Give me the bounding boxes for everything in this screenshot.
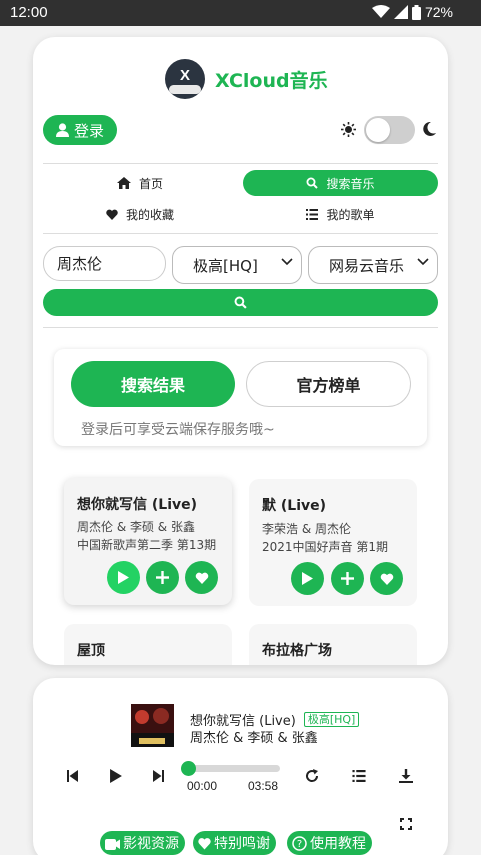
signal-icon (393, 5, 408, 19)
album-cover (131, 704, 174, 747)
status-bar: 12:00 72% (0, 0, 481, 26)
chevron-down-icon (417, 258, 429, 266)
main-card: X XCloud音乐 登录 首页 搜索音乐 我的收藏 我的歌单 周杰伦 极高[H… (33, 37, 448, 665)
divider (43, 233, 438, 234)
divider (43, 327, 438, 328)
list-icon (306, 208, 319, 220)
tutorial-button[interactable]: ? 使用教程 (287, 831, 372, 855)
playlist-icon[interactable] (352, 770, 366, 782)
login-button[interactable]: 登录 (43, 115, 117, 145)
status-time: 12:00 (10, 4, 48, 21)
song-title: 默 (Live) (262, 498, 327, 514)
theme-toggle[interactable] (364, 116, 415, 144)
play-button[interactable] (107, 561, 140, 594)
player-panel: 想你就写信 (Live) 极高[HQ] 周杰伦 & 李硕 & 张鑫 00:00 … (33, 678, 448, 855)
chevron-down-icon (281, 258, 293, 266)
play-button[interactable] (291, 562, 324, 595)
song-album: 中国新歌声第二季 第13期 (77, 538, 217, 552)
nav-favorites[interactable]: 我的收藏 (43, 201, 237, 227)
app-logo: X (165, 59, 205, 99)
song-title: 屋顶 (77, 643, 105, 659)
quality-badge: 极高[HQ] (303, 712, 360, 727)
search-input[interactable]: 周杰伦 (43, 246, 166, 281)
result-tabs: 搜索结果 官方榜单 登录后可享受云端保存服务哦~ (54, 349, 427, 446)
svg-text:?: ? (297, 839, 302, 850)
source-select[interactable]: 网易云音乐 (308, 246, 438, 284)
heart-icon (195, 572, 208, 584)
song-artist: 周杰伦 & 李硕 & 张鑫 (77, 520, 195, 534)
heart-icon (380, 573, 393, 585)
quality-select[interactable]: 极高[HQ] (172, 246, 302, 284)
video-icon (105, 838, 120, 850)
divider (43, 163, 438, 164)
search-button[interactable] (43, 289, 438, 316)
battery-level: 72% (424, 4, 453, 20)
duration: 03:58 (248, 779, 279, 793)
add-button[interactable] (146, 561, 179, 594)
app-header: X XCloud音乐 (165, 59, 328, 99)
repeat-icon[interactable] (305, 769, 319, 783)
wifi-icon (371, 5, 390, 18)
nav-playlists[interactable]: 我的歌单 (243, 201, 438, 227)
login-hint: 登录后可享受云端保存服务哦~ (81, 422, 275, 438)
login-label: 登录 (73, 121, 104, 140)
plus-icon (341, 572, 354, 585)
video-resources-button[interactable]: 影视资源 (100, 831, 185, 855)
current-time: 00:00 (187, 779, 218, 793)
song-card[interactable]: 布拉格广场 (249, 624, 417, 665)
play-icon (118, 571, 129, 584)
favorite-button[interactable] (185, 561, 218, 594)
download-icon[interactable] (399, 769, 413, 783)
nav-search-music[interactable]: 搜索音乐 (243, 170, 438, 196)
tab-search-results[interactable]: 搜索结果 (71, 361, 235, 407)
thanks-icon (198, 837, 211, 849)
battery-icon (411, 4, 421, 20)
tab-official-charts[interactable]: 官方榜单 (246, 361, 411, 407)
song-card[interactable]: 默 (Live) 李荣浩 & 周杰伦 2021中国好声音 第1期 (249, 479, 417, 606)
moon-icon (423, 122, 436, 136)
progress-bar[interactable] (181, 761, 280, 776)
song-album: 2021中国好声音 第1期 (262, 540, 388, 554)
fullscreen-icon[interactable] (400, 818, 412, 830)
song-artist: 李荣浩 & 周杰伦 (262, 522, 351, 536)
favorite-button[interactable] (370, 562, 403, 595)
next-icon[interactable] (153, 770, 164, 782)
now-playing-artist: 周杰伦 & 李硕 & 张鑫 (190, 731, 318, 746)
home-icon (116, 177, 131, 189)
special-thanks-button[interactable]: 特别鸣谢 (193, 831, 276, 855)
song-title: 布拉格广场 (262, 643, 332, 659)
search-icon (306, 177, 319, 189)
app-title: XCloud音乐 (215, 69, 328, 92)
song-card[interactable]: 屋顶 (64, 624, 232, 665)
plus-icon (156, 571, 169, 584)
help-icon: ? (292, 835, 307, 851)
progress-knob[interactable] (181, 761, 196, 776)
add-button[interactable] (331, 562, 364, 595)
heart-icon (106, 209, 118, 220)
sun-icon (341, 122, 356, 137)
play-icon[interactable] (110, 769, 122, 783)
user-icon (55, 123, 69, 137)
song-title: 想你就写信 (Live) (77, 497, 198, 513)
search-icon (234, 296, 247, 309)
nav-home[interactable]: 首页 (43, 170, 237, 196)
status-icons: 72% (371, 4, 453, 20)
play-icon (302, 572, 313, 585)
song-card[interactable]: 想你就写信 (Live) 周杰伦 & 李硕 & 张鑫 中国新歌声第二季 第13期 (64, 478, 232, 605)
previous-icon[interactable] (67, 770, 78, 782)
